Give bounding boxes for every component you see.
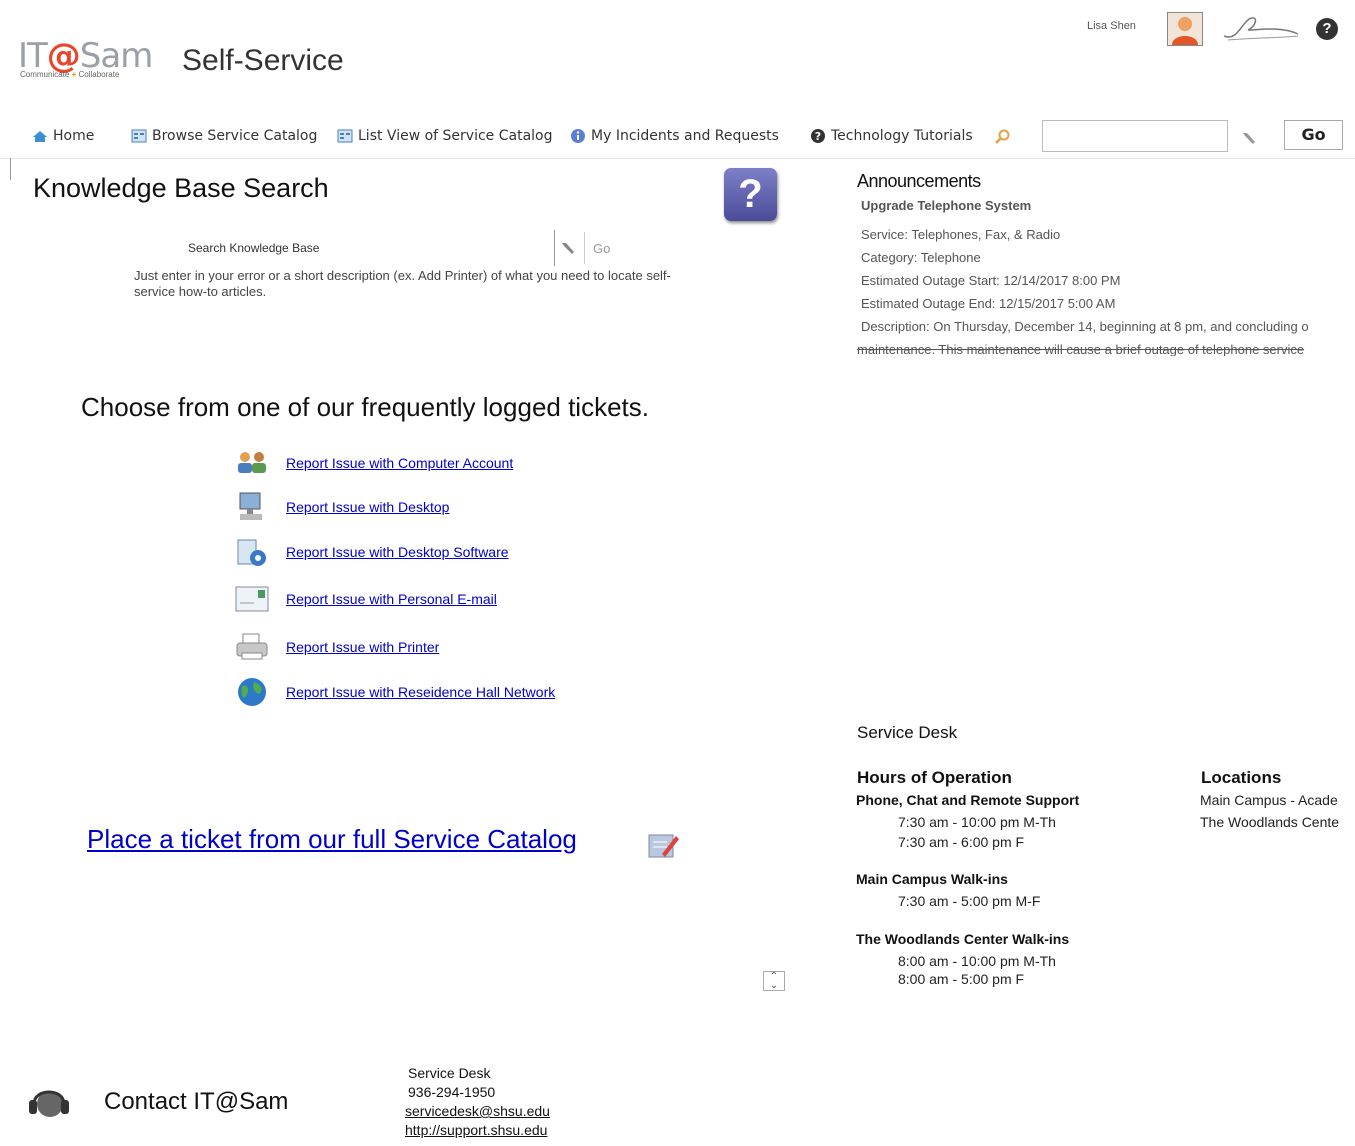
hours-time: 8:00 am - 5:00 pm F bbox=[898, 971, 1025, 987]
kb-wrench-icon[interactable] bbox=[559, 238, 579, 258]
desktop-icon bbox=[239, 492, 262, 520]
svg-text:?: ? bbox=[815, 130, 821, 143]
go-button[interactable]: Go bbox=[1284, 120, 1343, 150]
tickets-heading: Choose from one of our frequently logged… bbox=[81, 392, 649, 422]
nav-home-label: Home bbox=[53, 128, 95, 144]
hours-time: 7:30 am - 10:00 pm M-Th bbox=[898, 814, 1056, 830]
announcement-service: Service: Telephones, Fax, & Radio bbox=[861, 227, 1061, 242]
software-icon bbox=[237, 539, 266, 566]
users-icon bbox=[238, 452, 266, 473]
ticket-item-computer-account: Report Issue with Computer Account bbox=[234, 447, 513, 479]
left-marker bbox=[10, 158, 11, 180]
nav-divider bbox=[0, 158, 1355, 159]
search-icon[interactable] bbox=[993, 128, 1011, 146]
search-input[interactable] bbox=[1042, 120, 1228, 152]
ticket-link-computer-account[interactable]: Report Issue with Computer Account bbox=[286, 455, 513, 471]
hours-group-name: Phone, Chat and Remote Support bbox=[856, 792, 1080, 808]
location-item: The Woodlands Cente bbox=[1200, 814, 1340, 830]
ticket-item-printer: Report Issue with Printer bbox=[234, 631, 439, 663]
edit-form-icon[interactable] bbox=[646, 830, 680, 860]
ticket-item-personal-email: Report Issue with Personal E-mail bbox=[234, 583, 497, 615]
kb-title: Knowledge Base Search bbox=[33, 173, 329, 203]
ticket-item-desktop-software: Report Issue with Desktop Software bbox=[234, 536, 509, 568]
nav-list-catalog[interactable]: List View of Service Catalog bbox=[337, 128, 553, 144]
ticket-link-desktop-software[interactable]: Report Issue with Desktop Software bbox=[286, 544, 509, 560]
logo-tagline-2: Collaborate bbox=[78, 70, 120, 79]
announcement-end: Estimated Outage End: 12/15/2017 5:00 AM bbox=[861, 296, 1116, 311]
logo-tagline-1: Communicate bbox=[20, 70, 70, 79]
ticket-link-printer[interactable]: Report Issue with Printer bbox=[286, 639, 439, 655]
contact-details: Service Desk 936-294-1950 servicedesk@sh… bbox=[405, 1064, 550, 1140]
printer-icon bbox=[236, 633, 268, 660]
nav-tutorials-label: Technology Tutorials bbox=[831, 128, 973, 144]
wrench-icon[interactable] bbox=[1240, 128, 1260, 148]
help-icon: ? bbox=[811, 129, 825, 143]
contact-url-link[interactable]: http://support.shsu.edu bbox=[405, 1122, 547, 1138]
hours-time: 7:30 am - 6:00 pm F bbox=[898, 834, 1025, 850]
catalog-icon bbox=[131, 129, 147, 143]
kb-search-label[interactable]: Search Knowledge Base bbox=[188, 241, 319, 255]
scroll-spinner[interactable]: ⌃ ⌄ bbox=[763, 971, 785, 991]
avatar[interactable] bbox=[1167, 12, 1203, 46]
kb-divider-2 bbox=[584, 232, 585, 264]
announcement-start: Estimated Outage Start: 12/14/2017 8:00 … bbox=[861, 273, 1121, 288]
nav-list-catalog-label: List View of Service Catalog bbox=[358, 128, 553, 144]
home-icon bbox=[33, 131, 47, 142]
announcement-category: Category: Telephone bbox=[861, 250, 981, 265]
hours-time: 7:30 am - 5:00 pm M-F bbox=[898, 893, 1041, 909]
nav-home[interactable]: Home bbox=[32, 128, 94, 144]
nav-browse-catalog[interactable]: Browse Service Catalog bbox=[131, 128, 317, 144]
locations-heading: Locations bbox=[1201, 768, 1282, 787]
ticket-link-personal-email[interactable]: Report Issue with Personal E-mail bbox=[286, 591, 497, 607]
announcements-title: Announcements bbox=[857, 171, 981, 191]
nav-browse-catalog-label: Browse Service Catalog bbox=[152, 128, 318, 144]
ticket-item-residence-network: Report Issue with Reseidence Hall Networ… bbox=[234, 676, 555, 708]
globe-icon bbox=[238, 678, 266, 706]
info-icon bbox=[571, 129, 585, 143]
hours-heading: Hours of Operation bbox=[857, 768, 1012, 787]
nav-tutorials[interactable]: ? Technology Tutorials bbox=[810, 128, 973, 144]
email-icon bbox=[235, 586, 269, 612]
location-item: Main Campus - Acade bbox=[1200, 792, 1338, 808]
list-catalog-icon bbox=[337, 129, 353, 143]
contact-phone: 936-294-1950 bbox=[408, 1084, 496, 1100]
site-title: Self-Service bbox=[182, 44, 344, 77]
nav-my-incidents-label: My Incidents and Requests bbox=[591, 128, 779, 144]
ticket-item-desktop: Report Issue with Desktop bbox=[234, 491, 449, 523]
ticket-link-desktop[interactable]: Report Issue with Desktop bbox=[286, 499, 449, 515]
kb-help-text: Just enter in your error or a short desc… bbox=[134, 268, 671, 299]
ticket-link-residence-network[interactable]: Report Issue with Reseidence Hall Networ… bbox=[286, 684, 555, 700]
place-ticket-link[interactable]: Place a ticket from our full Service Cat… bbox=[87, 824, 577, 855]
hours-time: 8:00 am - 10:00 pm M-Th bbox=[898, 953, 1056, 969]
announcement-subject: Upgrade Telephone System bbox=[861, 198, 1032, 213]
headset-icon bbox=[29, 1090, 69, 1117]
user-avatar-icon bbox=[1172, 17, 1198, 45]
announcement-description: Description: On Thursday, December 14, b… bbox=[861, 319, 1309, 334]
hours-group-name: The Woodlands Center Walk-ins bbox=[856, 931, 1070, 947]
kb-divider bbox=[554, 230, 555, 266]
contact-email-link[interactable]: servicedesk@shsu.edu bbox=[405, 1103, 550, 1119]
question-mark-icon: ? bbox=[724, 168, 777, 221]
logo-tagline: Communicate + Collaborate bbox=[20, 70, 119, 79]
logo-tagline-plus: + bbox=[71, 70, 77, 79]
hours-group-name: Main Campus Walk-ins bbox=[856, 871, 1008, 887]
contact-desk: Service Desk bbox=[408, 1065, 491, 1081]
user-name[interactable]: Lisa Shen bbox=[1087, 20, 1136, 32]
swoosh-logo-icon bbox=[1223, 17, 1299, 41]
contact-title: Contact IT@Sam bbox=[104, 1088, 289, 1115]
help-icon[interactable]: ? bbox=[1316, 18, 1338, 40]
kb-go-button[interactable]: Go bbox=[593, 241, 610, 256]
service-desk-title: Service Desk bbox=[857, 723, 958, 742]
announcement-description-box: Description: On Thursday, December 14, b… bbox=[857, 316, 1355, 356]
announcement-description-cont: maintenance. This maintenance will cause… bbox=[857, 342, 1305, 356]
nav-my-incidents[interactable]: My Incidents and Requests bbox=[570, 128, 779, 144]
